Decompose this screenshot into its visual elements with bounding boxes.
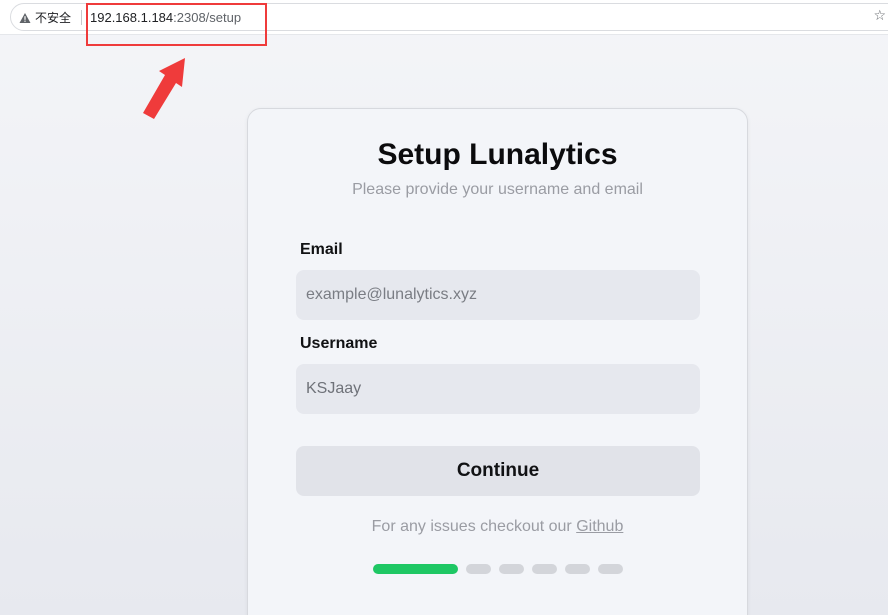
username-label: Username [300,335,378,352]
email-label: Email [300,241,343,258]
progress-step [499,564,524,574]
annotation-arrow-icon [143,58,185,119]
help-text: For any issues checkout our Github [248,518,747,536]
github-link[interactable]: Github [576,518,623,535]
security-label: 不安全 [35,11,72,25]
continue-button[interactable]: Continue [296,446,700,496]
setup-card: Setup Lunalytics Please provide your use… [247,108,748,615]
step-progress [373,564,623,574]
warning-triangle-icon [19,12,31,23]
address-divider [81,10,82,25]
star-outline-icon[interactable]: ☆ [873,7,886,24]
help-prefix: For any issues checkout our [371,518,577,535]
email-field[interactable] [296,270,700,320]
progress-step [598,564,623,574]
progress-step [466,564,491,574]
progress-step [565,564,590,574]
progress-step-active [373,564,458,574]
security-indicator[interactable]: 不安全 [19,9,71,26]
username-field[interactable] [296,364,700,414]
annotation-highlight-box [86,3,267,46]
page-subtitle: Please provide your username and email [352,181,643,198]
page-title: Setup Lunalytics [377,138,618,171]
progress-step [532,564,557,574]
